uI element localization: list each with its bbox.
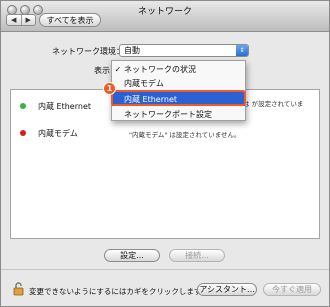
unlocked-padlock-icon[interactable] — [13, 282, 24, 296]
show-all-button[interactable]: すべてを表示 — [39, 13, 101, 27]
list-item-status: は が設定されていま — [243, 100, 304, 108]
status-red-icon — [20, 130, 26, 136]
location-value: 自動 — [124, 46, 140, 55]
menu-item-label: ネットワークポート設定 — [124, 109, 212, 119]
apply-now-button[interactable]: 今すぐ適用 — [263, 283, 321, 296]
location-label: ネットワーク環境： — [52, 47, 124, 56]
forward-button[interactable]: ▶ — [20, 15, 36, 25]
menu-item-internal-modem[interactable]: 内蔵モデム — [112, 76, 245, 90]
menu-item-label: ネットワークの状況 — [124, 64, 196, 74]
menu-item-label: 内蔵モデム — [124, 78, 164, 88]
status-green-icon — [20, 103, 26, 109]
checkmark-icon: ✓ — [114, 64, 122, 74]
callout-highlight-box — [111, 90, 246, 106]
list-item[interactable]: 内蔵モデム "内蔵モデム" は設定されていません。 — [11, 122, 319, 152]
list-item-status: "内蔵モデム" は設定されていません。 — [129, 131, 241, 139]
location-popup[interactable]: 自動 ⇕ — [119, 44, 249, 57]
back-button[interactable]: ◀ — [7, 15, 21, 25]
footer-bar: 変更できないようにするにはカギをクリックします。 アシスタント... 今すぐ適用 — [1, 281, 329, 303]
footer-divider — [1, 269, 329, 270]
back-forward-control: ◀ ▶ — [6, 14, 36, 26]
menu-item-network-status[interactable]: ✓ ネットワークの状況 — [112, 62, 245, 76]
popup-arrows-icon: ⇕ — [236, 45, 248, 56]
preferences-window: ネットワーク ◀ ▶ すべてを表示 ネットワーク環境： 自動 ⇕ 表示： 内蔵 … — [0, 0, 330, 307]
list-item-name: 内蔵モデム — [38, 129, 78, 138]
list-item-name: 内蔵 Ethernet — [38, 102, 92, 111]
menu-item-network-port-config[interactable]: ネットワークポート設定 — [112, 107, 245, 121]
connect-button[interactable]: 接続... — [169, 249, 225, 262]
assistant-button[interactable]: アシスタント... — [197, 283, 257, 296]
configure-button[interactable]: 設定... — [104, 249, 160, 262]
lock-hint-text: 変更できないようにするにはカギをクリックします。 — [29, 287, 209, 296]
step-number-badge: 1 — [103, 82, 116, 95]
title-bar: ネットワーク ◀ ▶ すべてを表示 — [1, 1, 329, 32]
